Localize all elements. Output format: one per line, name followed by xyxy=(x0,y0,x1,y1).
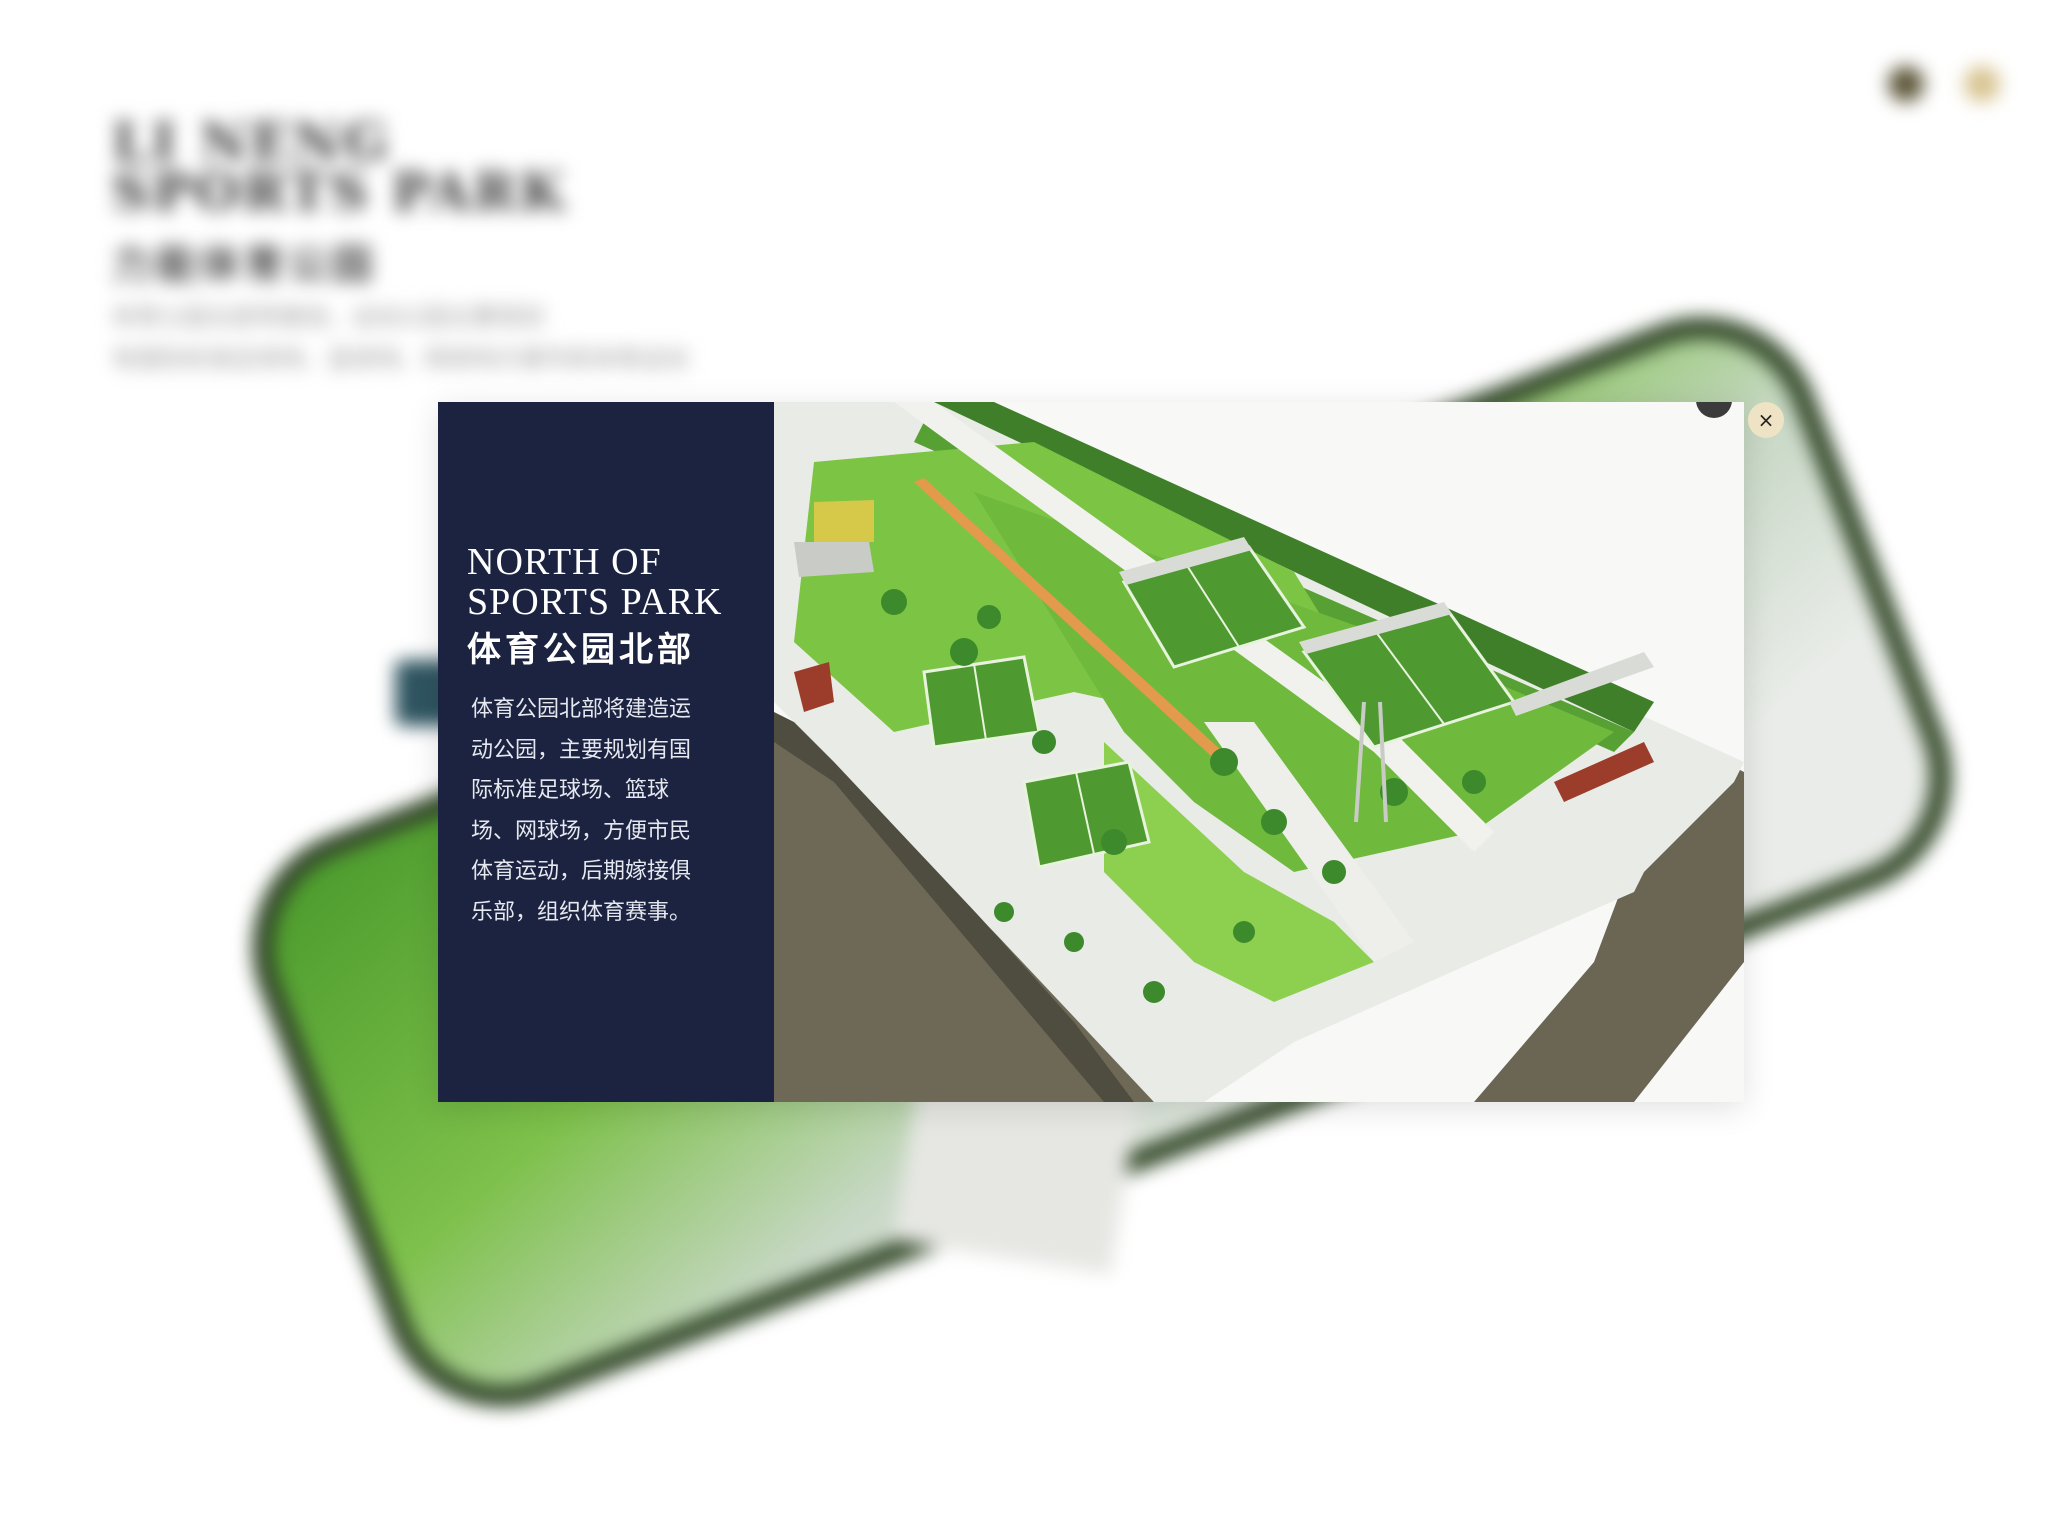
background-description-line: 体育公园北部将建造，运动公园主要规划 xyxy=(112,303,544,331)
close-button[interactable]: × xyxy=(1748,402,1784,438)
gold-circle-icon[interactable] xyxy=(1964,66,2000,102)
background-title-en: LI NENG SPORTS PARK xyxy=(112,112,568,223)
background-description-line: 有国际标准足球场、篮球场、网球场方便市民体育运动 xyxy=(112,345,688,373)
detail-modal: NORTH OF SPORTS PARK 体育公园北部 体育公园北部将建造运动公… xyxy=(438,402,1744,1102)
modal-title-en: NORTH OF SPORTS PARK xyxy=(467,541,723,623)
background-title-cn: 力能体育公园 xyxy=(112,241,376,288)
modal-info-panel: NORTH OF SPORTS PARK 体育公园北部 体育公园北部将建造运动公… xyxy=(438,402,774,1102)
dark-circle-icon[interactable] xyxy=(1888,66,1924,102)
page: LI NENG SPORTS PARK 力能体育公园 体育公园北部将建造，运动公… xyxy=(0,0,2048,1530)
soccer-field xyxy=(922,655,1041,749)
park-aerial-image xyxy=(774,402,1744,1102)
park-rendering-svg xyxy=(774,402,1744,1102)
background-description: 体育公园北部将建造，运动公园主要规划 有国际标准足球场、篮球场、网球场方便市民体… xyxy=(112,296,688,380)
modal-description: 体育公园北部将建造运动公园，主要规划有国际标准足球场、篮球场、网球场，方便市民体… xyxy=(471,697,692,925)
modal-title-cn: 体育公园北部 xyxy=(467,630,695,670)
close-icon: × xyxy=(1757,408,1775,432)
